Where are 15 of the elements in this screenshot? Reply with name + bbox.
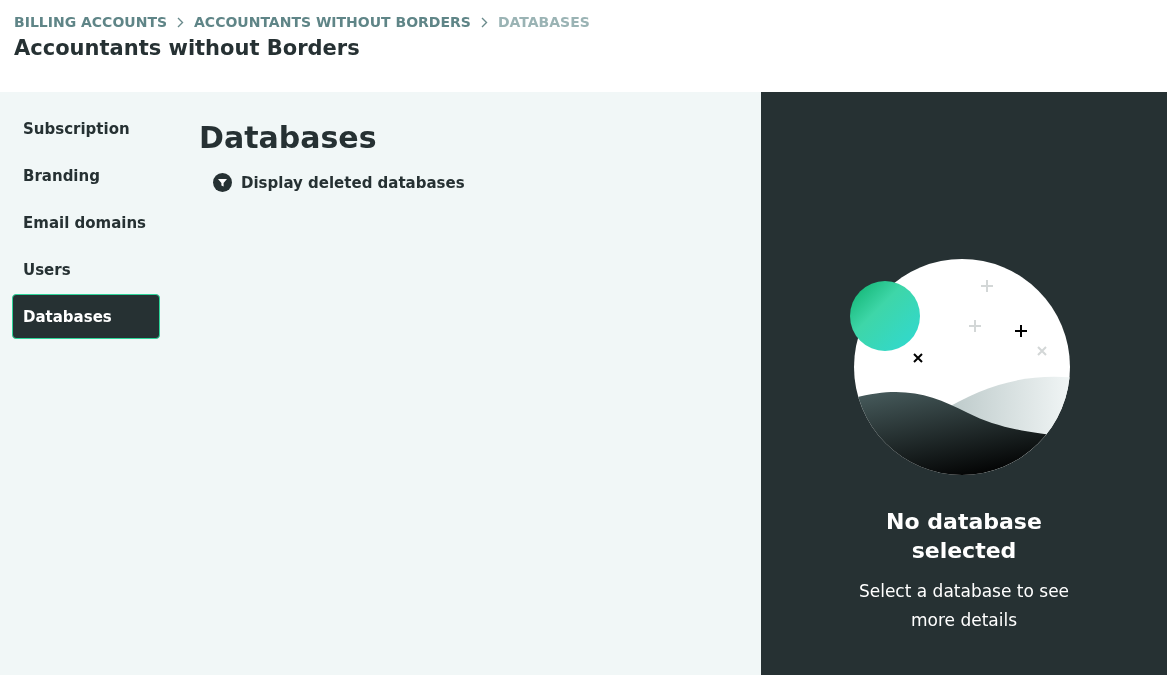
section-heading: Databases [199,120,378,155]
breadcrumb-link[interactable]: BILLING ACCOUNTS [14,14,167,30]
sidebar-item[interactable]: Databases [12,294,160,339]
sidebar-item[interactable]: Users [12,247,160,292]
page-title: Accountants without Borders [14,36,361,60]
sidebar-item[interactable]: Email domains [12,200,160,245]
filter-icon [213,173,232,192]
sidebar-item[interactable]: Subscription [12,106,160,151]
breadcrumb-link[interactable]: ACCOUNTANTS WITHOUT BORDERS [194,14,471,30]
display-deleted-filter-button[interactable]: Display deleted databases [213,173,465,192]
sidebar-item[interactable]: Branding [12,153,160,198]
empty-state-message: Select a database to see more details [857,580,1071,632]
empty-state-title: No database selected [885,508,1043,565]
chevron-right-icon [177,16,184,28]
chevron-right-icon [480,16,488,28]
